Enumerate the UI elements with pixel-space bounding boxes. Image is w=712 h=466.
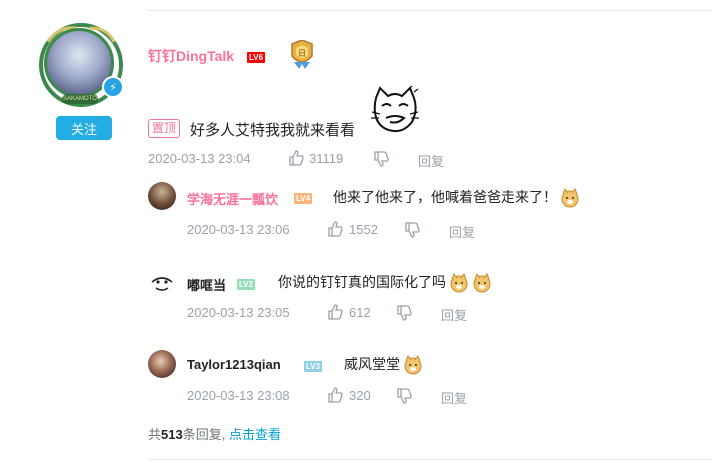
doge-emoji-icon: [404, 355, 422, 375]
like-icon[interactable]: [327, 304, 343, 320]
pendant-banner-text: SAKAMOTO: [63, 96, 97, 102]
doge-emoji-icon: [473, 273, 491, 293]
svg-text:日: 日: [298, 49, 306, 58]
top-divider: [148, 10, 712, 11]
reply-avatar[interactable]: [148, 350, 176, 378]
reply-avatar[interactable]: [148, 182, 176, 210]
like-count: 31119: [309, 151, 344, 166]
reply-username[interactable]: 学海无涯一瓢饮: [187, 189, 278, 208]
reply-text-content: 他来了他来了，他喊着爸爸走来了！: [333, 189, 557, 205]
level-badge: LV3: [304, 361, 323, 372]
reply-button[interactable]: 回复: [441, 305, 467, 324]
reply-button[interactable]: 回复: [418, 151, 444, 170]
reply-text: 威风堂堂: [344, 354, 423, 375]
main-username[interactable]: 钉钉DingTalk: [148, 46, 234, 66]
reply-username[interactable]: 嘟哐当: [187, 275, 226, 294]
cat-sticker-icon: [371, 85, 419, 133]
reply-time: 2020-03-13 23:08: [187, 388, 290, 403]
reply-button[interactable]: 回复: [449, 222, 475, 241]
reply-count: 513: [161, 427, 183, 442]
reply-text: 你说的钉钉真的国际化了吗: [278, 272, 492, 293]
replies-summary: 共513条回复, 点击查看: [148, 424, 281, 443]
like-count: 320: [349, 388, 371, 403]
summary-prefix: 共: [148, 427, 162, 442]
like-icon[interactable]: [327, 387, 343, 403]
pendant-banner: SAKAMOTO: [62, 94, 98, 104]
dislike-icon[interactable]: [404, 222, 420, 238]
verified-bolt-icon: ⚡: [102, 76, 124, 98]
reply-time: 2020-03-13 23:05: [187, 305, 290, 320]
reply-time: 2020-03-13 23:06: [187, 222, 290, 237]
like-count: 1552: [349, 222, 378, 237]
summary-suffix: 条回复,: [182, 427, 226, 442]
dislike-icon[interactable]: [396, 388, 412, 404]
view-all-replies-link[interactable]: 点击查看: [229, 427, 281, 442]
like-icon[interactable]: [327, 221, 343, 237]
reply-avatar[interactable]: [148, 268, 176, 296]
level-badge: LV2: [237, 279, 256, 290]
dislike-icon[interactable]: [373, 151, 389, 167]
doge-emoji-icon: [450, 273, 468, 293]
reply-button[interactable]: 回复: [441, 388, 467, 407]
level-badge: LV6: [247, 52, 266, 63]
reply-username[interactable]: Taylor1213qian: [187, 357, 281, 372]
pinned-tag: 置顶: [148, 119, 181, 138]
like-icon[interactable]: [288, 150, 304, 166]
reply-text-content: 你说的钉钉真的国际化了吗: [278, 274, 446, 290]
main-avatar[interactable]: SAKAMOTO ⚡: [38, 22, 124, 108]
reply-text: 他来了他来了，他喊着爸爸走来了！: [333, 187, 580, 208]
main-comment-text: 好多人艾特我我就来看看: [190, 122, 356, 139]
level-badge: LV4: [294, 193, 313, 204]
reply-text-content: 威风堂堂: [344, 356, 400, 372]
doge-emoji-icon: [561, 188, 579, 208]
comment-time: 2020-03-13 23:04: [148, 151, 251, 166]
like-count: 612: [349, 305, 371, 320]
follow-button[interactable]: 关注: [56, 116, 112, 140]
dislike-icon[interactable]: [396, 305, 412, 321]
bottom-divider: [148, 459, 712, 460]
medal-icon: 日: [291, 40, 313, 69]
